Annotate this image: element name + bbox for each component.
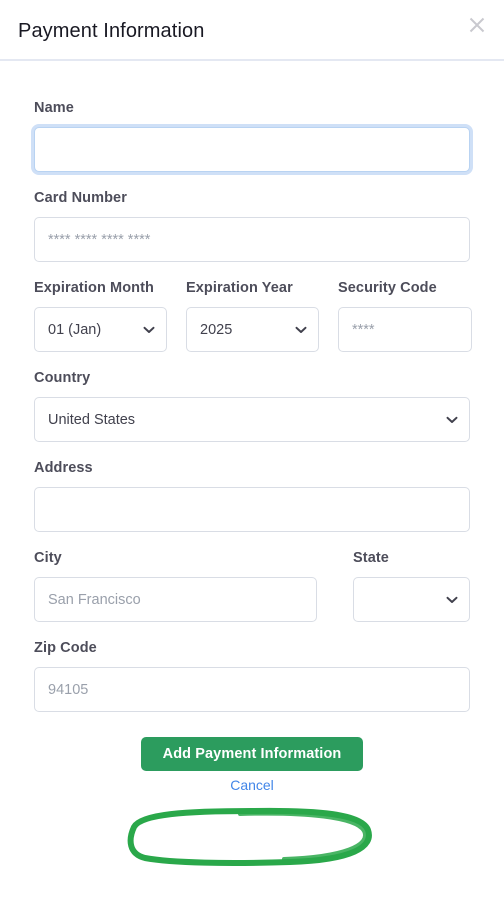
modal-header: Payment Information <box>0 0 504 61</box>
cancel-link[interactable]: Cancel <box>34 777 470 793</box>
country-label: Country <box>34 370 91 386</box>
expiration-month-select[interactable]: 01 (Jan) <box>34 307 167 352</box>
state-label: State <box>353 550 389 566</box>
field-group-name: Name <box>34 99 470 172</box>
security-code-input[interactable] <box>338 307 472 352</box>
expiration-year-label: Expiration Year <box>186 280 293 296</box>
field-group-security-code: Security Code <box>338 279 472 352</box>
address-label: Address <box>34 460 93 476</box>
state-select[interactable] <box>353 577 470 622</box>
city-state-row: City State <box>34 549 470 622</box>
close-button[interactable] <box>460 8 494 42</box>
zip-code-label: Zip Code <box>34 640 97 656</box>
add-payment-information-button[interactable]: Add Payment Information <box>140 737 364 771</box>
field-group-state: State <box>353 549 470 622</box>
name-label: Name <box>34 100 74 116</box>
payment-form: Name Card Number Expiration Month 01 (Ja… <box>0 61 504 793</box>
close-icon <box>468 16 486 34</box>
field-group-zip-code: Zip Code <box>34 639 470 712</box>
form-footer: Add Payment Information Cancel <box>34 737 470 793</box>
card-number-label: Card Number <box>34 190 127 206</box>
security-code-label: Security Code <box>338 280 437 296</box>
expiration-month-label: Expiration Month <box>34 280 155 296</box>
field-group-expiration-year: Expiration Year 2025 <box>186 279 319 352</box>
field-group-expiration-month: Expiration Month 01 (Jan) <box>34 279 167 352</box>
field-group-country: Country United States <box>34 369 470 442</box>
address-input[interactable] <box>34 487 470 532</box>
city-input[interactable] <box>34 577 317 622</box>
city-label: City <box>34 550 62 566</box>
name-input[interactable] <box>34 127 470 172</box>
expiration-year-select[interactable]: 2025 <box>186 307 319 352</box>
page-title: Payment Information <box>18 20 205 42</box>
card-number-input[interactable] <box>34 217 470 262</box>
annotation-ellipse <box>127 807 372 866</box>
country-select[interactable]: United States <box>34 397 470 442</box>
expiration-row: Expiration Month 01 (Jan) Expiration Yea… <box>34 279 472 352</box>
field-group-address: Address <box>34 459 470 532</box>
layout-spacer <box>317 549 353 622</box>
field-group-city: City <box>34 549 317 622</box>
field-group-card-number: Card Number <box>34 189 470 262</box>
zip-code-input[interactable] <box>34 667 470 712</box>
